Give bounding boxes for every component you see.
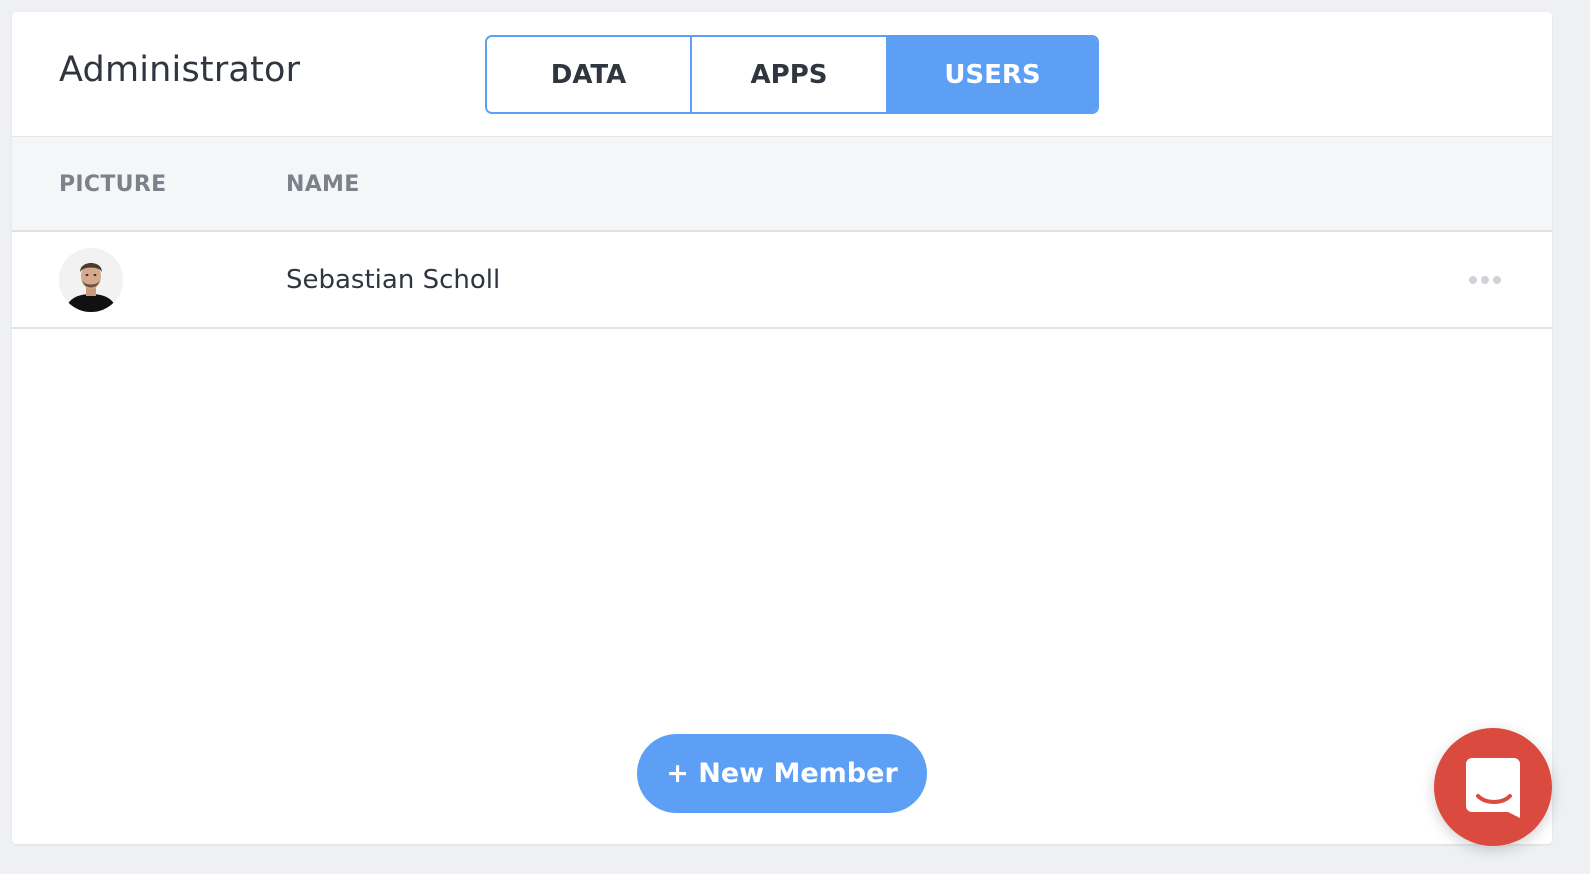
- user-avatar-icon: [59, 248, 123, 312]
- dot: [1469, 276, 1477, 284]
- column-header-picture: PICTURE: [59, 172, 167, 197]
- section-tabs: DATA APPS USERS: [485, 35, 1099, 114]
- tab-users[interactable]: USERS: [886, 37, 1097, 112]
- table-row[interactable]: Sebastian Scholl: [12, 232, 1552, 329]
- chat-launcher-button[interactable]: [1434, 728, 1552, 846]
- tab-apps[interactable]: APPS: [690, 37, 886, 112]
- user-name: Sebastian Scholl: [286, 265, 501, 295]
- dot: [1481, 276, 1489, 284]
- panel-header: Administrator DATA APPS USERS: [12, 12, 1552, 137]
- table-header: PICTURE NAME: [12, 137, 1552, 232]
- more-horizontal-icon[interactable]: [1460, 267, 1510, 293]
- column-header-name: NAME: [286, 172, 360, 197]
- users-panel: Administrator DATA APPS USERS PICTURE NA…: [12, 12, 1552, 844]
- page-title: Administrator: [59, 50, 301, 90]
- tab-data[interactable]: DATA: [487, 37, 690, 112]
- dot: [1493, 276, 1501, 284]
- new-member-button[interactable]: + New Member: [637, 734, 927, 813]
- chat-bubble-icon: [1466, 758, 1520, 818]
